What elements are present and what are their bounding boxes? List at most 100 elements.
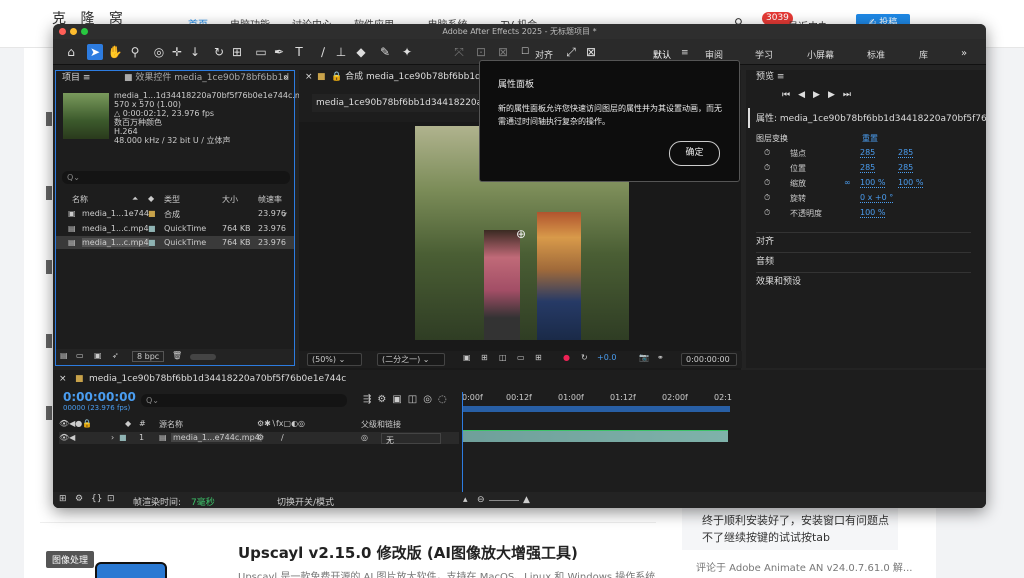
panel-overflow-icon[interactable]: » xyxy=(283,71,289,85)
project-row-selected[interactable]: ▤ media_1...c.mp4 ■ QuickTime 764 KB 23.… xyxy=(56,236,294,249)
interpret-footage-icon[interactable]: ▤ xyxy=(60,351,68,360)
stopwatch-icon[interactable]: ⏱ xyxy=(764,163,770,173)
sort-icon[interactable]: ⏶ xyxy=(132,194,138,204)
render-icon[interactable]: ➶ xyxy=(112,351,119,360)
zoom-slider-track[interactable] xyxy=(489,500,519,501)
toggle-switches-modes[interactable]: 切换开关/模式 xyxy=(277,495,334,508)
post-title[interactable]: Upscayl v2.15.0 修改版 (AI图像放大增强工具) xyxy=(238,542,578,563)
effects-presets-section[interactable]: 效果和预设 xyxy=(756,272,971,290)
show-snapshot-icon[interactable]: ⚭ xyxy=(657,353,664,362)
resolution-dropdown[interactable]: (二分之一) ⌄ xyxy=(377,353,445,366)
dolly-tool-icon[interactable]: ↓ xyxy=(187,44,203,60)
zoom-window-button[interactable] xyxy=(81,28,88,35)
current-time-indicator[interactable] xyxy=(462,392,463,500)
time-ruler[interactable]: 0:00f 00:12f 01:00f 01:12f 02:00f 02:1 xyxy=(462,392,732,406)
home-icon[interactable]: ⌂ xyxy=(63,44,79,60)
pickwhip-icon[interactable]: ◎ xyxy=(361,433,368,442)
fast-preview-icon[interactable]: ▣ xyxy=(463,353,471,362)
reset-link[interactable]: 重置 xyxy=(862,133,878,144)
grid-guides-icon[interactable]: ⊞ xyxy=(535,353,542,362)
snapshot-icon[interactable]: 📷 xyxy=(639,353,649,362)
close-comp-icon[interactable]: × xyxy=(305,70,313,84)
layer-duration-bar[interactable] xyxy=(462,430,728,442)
current-time-display[interactable]: 0:00:00:00 xyxy=(681,353,737,366)
type-tool-icon[interactable]: T xyxy=(291,44,307,60)
audio-section[interactable]: 音频 xyxy=(756,252,971,270)
flowchart-icon[interactable]: ⸙ xyxy=(282,209,288,220)
label-color-icon[interactable]: ■ xyxy=(119,433,127,442)
col-source-name[interactable]: 源名称 xyxy=(159,419,183,430)
exposure-value[interactable]: +0.0 xyxy=(597,353,616,362)
col-fps[interactable]: 帧速率 xyxy=(258,194,282,205)
prop-value-y[interactable]: 285 xyxy=(898,163,914,173)
stopwatch-icon[interactable]: ⏱ xyxy=(764,208,770,218)
prop-value-x[interactable]: 100 % xyxy=(860,178,886,188)
project-row[interactable]: ▤ media_1...c.mp4 ■ QuickTime 764 KB 23.… xyxy=(56,222,294,235)
comment-text[interactable]: 终于顺利安装好了，安装窗口有问题点不了继续按键的试试按tab xyxy=(702,512,892,546)
composition-subtab[interactable]: media_1ce90b78bf6bb1d34418220a70b xyxy=(312,94,499,112)
effects-controls-tab[interactable]: ■ 效果控件 media_1ce90b78bf6bb1d xyxy=(124,71,289,85)
stopwatch-icon[interactable]: ⏱ xyxy=(764,193,770,203)
delete-icon[interactable]: 🗑 xyxy=(172,351,182,360)
prop-value-x[interactable]: 285 xyxy=(860,148,876,158)
workspace-library[interactable]: 库 xyxy=(919,48,928,61)
expand-transfer-icon[interactable]: ⚙ xyxy=(75,494,83,504)
roto-brush-tool-icon[interactable]: ✎ xyxy=(377,44,393,60)
orbit-tool-icon[interactable]: ◎ xyxy=(151,44,167,60)
quality-switch-icon[interactable]: ∕ xyxy=(281,433,284,442)
ok-button[interactable]: 确定 xyxy=(669,141,720,166)
layer-row[interactable]: 👁◀ › ■ 1 ▤ media_1...e744c.mp4 ⚙ ∕ ◎ 无 ⌄ xyxy=(59,432,459,445)
col-parent[interactable]: 父级和链接 xyxy=(361,419,401,430)
timeline-tab[interactable]: media_1ce90b78bf6bb1d34418220a70bf5f76b0… xyxy=(89,372,346,386)
expand-chevron-icon[interactable]: › xyxy=(111,433,114,442)
stopwatch-icon[interactable]: ⏱ xyxy=(764,178,770,188)
layer-switches-toggle-icon[interactable]: {} xyxy=(91,494,102,504)
axis-view-icon[interactable]: ⊠ xyxy=(495,44,511,60)
prop-value-y[interactable]: 285 xyxy=(898,148,914,158)
frame-blending-icon[interactable]: ⊡ xyxy=(107,494,115,504)
project-search-input[interactable]: Q⌄ xyxy=(62,171,290,184)
pen-tool-icon[interactable]: ✒ xyxy=(271,44,287,60)
post-thumbnail[interactable] xyxy=(95,562,167,578)
close-timeline-icon[interactable]: × xyxy=(59,372,67,386)
project-row[interactable]: ▣ media_1...1e744c ■ 合成 23.976 ⸙ xyxy=(56,207,294,220)
anchor-tool-icon[interactable]: ⊞ xyxy=(229,44,245,60)
clone-stamp-tool-icon[interactable]: ⊥ xyxy=(333,44,349,60)
col-name[interactable]: 名称 xyxy=(72,194,88,205)
col-size[interactable]: 大小 xyxy=(222,194,238,205)
parent-dropdown[interactable]: 无 ⌄ xyxy=(381,433,441,445)
prop-value-y[interactable]: 100 % xyxy=(898,178,924,188)
layer-name[interactable]: media_1...e744c.mp4 xyxy=(171,433,262,442)
snap-options-icon[interactable]: ⤢ xyxy=(563,44,579,60)
zoom-out-icon[interactable]: ▴ xyxy=(463,495,468,505)
rotate-tool-icon[interactable]: ↻ xyxy=(211,44,227,60)
puppet-tool-icon[interactable]: ✦ xyxy=(399,44,415,60)
new-composition-icon[interactable]: ▣ xyxy=(94,351,102,360)
workspace-menu-icon[interactable]: ≡ xyxy=(681,48,689,58)
eraser-tool-icon[interactable]: ◆ xyxy=(353,44,369,60)
workspace-learn[interactable]: 学习 xyxy=(755,48,773,61)
snap-grid-icon[interactable]: ⊠ xyxy=(583,44,599,60)
composition-flowchart-icon[interactable]: ⊞ xyxy=(59,494,67,504)
properties-panel-title[interactable]: 属性: media_1ce90b78bf6bb1d34418220a70bf5f… xyxy=(756,112,986,126)
zoom-tool-icon[interactable]: ⚲ xyxy=(127,44,143,60)
comment-meta[interactable]: 评论于 Adobe Animate AN v24.0.7.61.0 解... xyxy=(696,559,912,574)
playback-controls[interactable]: ⏮◀▶▶⏭ xyxy=(782,90,859,100)
hand-tool-icon[interactable]: ✋ xyxy=(107,44,123,60)
col-type[interactable]: 类型 xyxy=(164,194,180,205)
minimize-window-button[interactable] xyxy=(70,28,77,35)
bit-depth-button[interactable]: 8 bpc xyxy=(132,351,165,362)
reset-exposure-icon[interactable]: ↻ xyxy=(581,353,588,362)
rectangle-tool-icon[interactable]: ▭ xyxy=(253,44,269,60)
project-tab[interactable]: 项目 ≡ xyxy=(62,71,90,85)
axis-local-icon[interactable]: ⤧ xyxy=(451,44,467,60)
timeline-search-input[interactable]: Q⌄ xyxy=(141,394,347,407)
timeline-current-time[interactable]: 0:00:00:00 xyxy=(63,390,136,404)
mask-visibility-icon[interactable]: ◫ xyxy=(499,353,507,362)
label-icon[interactable]: ◆ xyxy=(148,194,154,203)
transparency-grid-icon[interactable]: ⊞ xyxy=(481,353,488,362)
anchor-point-icon[interactable]: ⊕ xyxy=(516,227,526,241)
more-workspaces-icon[interactable]: » xyxy=(961,48,967,59)
category-badge[interactable]: 图像处理 xyxy=(46,551,95,568)
work-area-bar[interactable] xyxy=(462,406,730,412)
